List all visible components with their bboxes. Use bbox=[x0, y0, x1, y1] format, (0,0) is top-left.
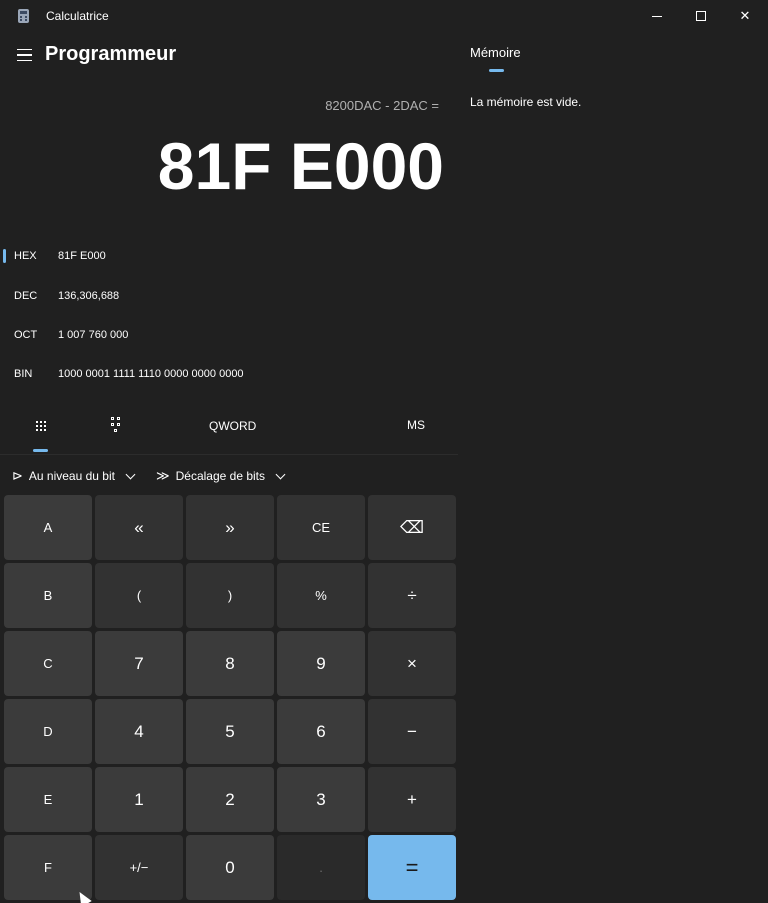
key-subtract[interactable]: − bbox=[368, 699, 456, 764]
radix-label: OCT bbox=[14, 329, 38, 341]
bit-toggling-keypad-tab[interactable] bbox=[109, 415, 123, 435]
minimize-button[interactable] bbox=[634, 0, 680, 32]
radix-label: HEX bbox=[14, 250, 37, 262]
key-multiply[interactable]: × bbox=[368, 631, 456, 696]
key-divide[interactable]: ÷ bbox=[368, 563, 456, 628]
keypad-icon-dot bbox=[40, 421, 42, 423]
bitshift-dropdown[interactable]: ≫ Décalage de bits bbox=[156, 468, 286, 484]
radix-value: 1 007 760 000 bbox=[58, 329, 129, 341]
key-left-shift[interactable]: « bbox=[95, 495, 183, 560]
key-clear-entry[interactable]: CE bbox=[277, 495, 365, 560]
key-decimal[interactable]: . bbox=[277, 835, 365, 900]
title-bar: Calculatrice ✕ bbox=[0, 0, 768, 32]
navigation-menu-button[interactable] bbox=[10, 41, 38, 69]
maximize-button[interactable] bbox=[678, 0, 724, 32]
key-c[interactable]: C bbox=[4, 631, 92, 696]
backspace-icon: ⌫ bbox=[399, 517, 425, 537]
key-b[interactable]: B bbox=[4, 563, 92, 628]
calculator-app-icon bbox=[18, 9, 29, 23]
mode-title: Programmeur bbox=[45, 43, 177, 65]
keypad-icon-dot bbox=[36, 425, 38, 427]
bit-toggle-icon-cell bbox=[111, 423, 114, 426]
result-display: 81F E000 bbox=[157, 129, 444, 203]
key-negate[interactable]: +/− bbox=[95, 835, 183, 900]
expression-display: 8200DAC - 2DAC = bbox=[325, 98, 439, 113]
key-5[interactable]: 5 bbox=[186, 699, 274, 764]
memory-empty-message: La mémoire est vide. bbox=[470, 95, 582, 109]
radix-row-hex[interactable]: HEX 81F E000 bbox=[0, 242, 458, 270]
memory-store-button[interactable]: MS bbox=[407, 418, 425, 432]
memory-tab[interactable]: Mémoire bbox=[470, 45, 521, 60]
hamburger-icon-line bbox=[16, 54, 32, 56]
bit-toggle-icon-cell bbox=[117, 423, 120, 426]
keypad-icon-dot bbox=[44, 429, 46, 431]
radix-value: 136,306,688 bbox=[58, 290, 120, 302]
bitshift-dropdown-label: Décalage de bits bbox=[175, 469, 265, 483]
key-2[interactable]: 2 bbox=[186, 767, 274, 832]
close-icon: ✕ bbox=[739, 8, 751, 23]
key-9[interactable]: 9 bbox=[277, 631, 365, 696]
radix-row-oct[interactable]: OCT 1 007 760 000 bbox=[0, 321, 458, 349]
key-e[interactable]: E bbox=[4, 767, 92, 832]
radix-selected-indicator bbox=[3, 249, 6, 263]
keypad-icon-dot bbox=[44, 421, 46, 423]
key-backspace[interactable]: ⌫ bbox=[368, 495, 456, 560]
key-equals[interactable]: = bbox=[368, 835, 456, 900]
key-modulo[interactable]: % bbox=[277, 563, 365, 628]
bitwise-dropdown[interactable]: ⊳ Au niveau du bit bbox=[12, 468, 136, 484]
radix-row-dec[interactable]: DEC 136,306,688 bbox=[0, 282, 458, 310]
key-right-shift[interactable]: » bbox=[186, 495, 274, 560]
key-f[interactable]: F bbox=[4, 835, 92, 900]
hamburger-icon-line bbox=[16, 59, 32, 62]
bit-toggle-icon bbox=[111, 417, 114, 420]
hamburger-icon-line bbox=[16, 48, 32, 51]
chevron-down-icon bbox=[125, 469, 136, 479]
keypad-icon bbox=[36, 421, 38, 423]
full-keypad-tab[interactable] bbox=[30, 415, 52, 437]
key-7[interactable]: 7 bbox=[95, 631, 183, 696]
key-3[interactable]: 3 bbox=[277, 767, 365, 832]
bit-toggle-icon-cell bbox=[114, 429, 117, 432]
keypad-icon-dot bbox=[44, 425, 46, 427]
word-size-button[interactable]: QWORD bbox=[209, 419, 256, 433]
chevron-down-icon bbox=[275, 469, 286, 479]
keypad: A « » CE ⌫ B ( ) % ÷ C 7 8 9 × D 4 5 6 −… bbox=[4, 495, 456, 900]
memory-tab-indicator bbox=[489, 69, 504, 72]
close-button[interactable]: ✕ bbox=[722, 0, 768, 32]
radix-label: BIN bbox=[14, 368, 33, 380]
key-8[interactable]: 8 bbox=[186, 631, 274, 696]
key-d[interactable]: D bbox=[4, 699, 92, 764]
radix-row-bin[interactable]: BIN 1000 0001 1111 1110 0000 0000 0000 bbox=[0, 360, 458, 388]
keypad-icon-dot bbox=[40, 425, 42, 427]
bit-shift-icon: ≫ bbox=[156, 468, 170, 483]
key-1[interactable]: 1 bbox=[95, 767, 183, 832]
radix-value: 81F E000 bbox=[58, 250, 106, 262]
key-a[interactable]: A bbox=[4, 495, 92, 560]
key-4[interactable]: 4 bbox=[95, 699, 183, 764]
minimize-icon bbox=[652, 15, 662, 17]
radix-label: DEC bbox=[14, 290, 38, 302]
key-0[interactable]: 0 bbox=[186, 835, 274, 900]
radix-value: 1000 0001 1111 1110 0000 0000 0000 bbox=[58, 368, 244, 380]
logic-gate-icon: ⊳ bbox=[12, 468, 23, 483]
keypad-icon-dot bbox=[40, 429, 42, 431]
maximize-icon bbox=[696, 11, 706, 21]
bitwise-dropdown-label: Au niveau du bit bbox=[28, 469, 115, 483]
key-6[interactable]: 6 bbox=[277, 699, 365, 764]
bit-toggle-icon-cell bbox=[117, 417, 120, 420]
window-title: Calculatrice bbox=[46, 9, 109, 23]
key-add[interactable]: + bbox=[368, 767, 456, 832]
key-close-paren[interactable]: ) bbox=[186, 563, 274, 628]
active-tab-indicator bbox=[33, 449, 48, 452]
keypad-icon-dot bbox=[36, 429, 38, 431]
key-open-paren[interactable]: ( bbox=[95, 563, 183, 628]
